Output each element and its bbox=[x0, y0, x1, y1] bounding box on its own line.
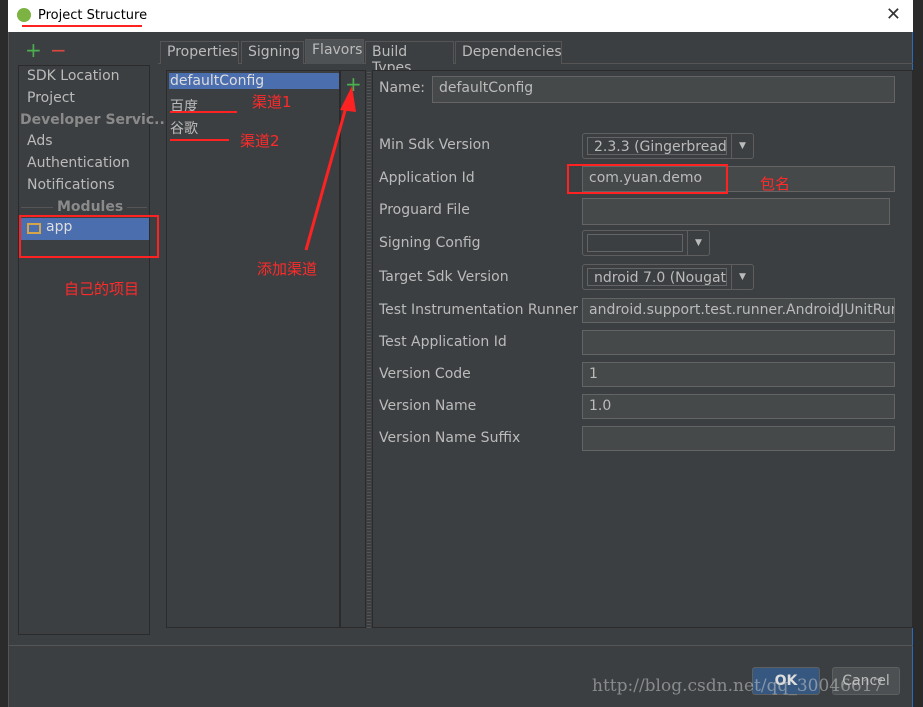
target-sdk-value: ndroid 7.0 (Nougat) bbox=[587, 268, 727, 286]
android-studio-icon bbox=[17, 8, 31, 22]
underline-google bbox=[170, 139, 229, 141]
chevron-down-icon: ▼ bbox=[687, 231, 709, 255]
developer-services-header: Developer Servic... bbox=[20, 112, 171, 128]
add-button[interactable]: + bbox=[25, 38, 42, 62]
version-code-label: Version Code bbox=[379, 366, 471, 382]
sidebar-item-authentication[interactable]: Authentication bbox=[27, 155, 130, 171]
tab-signing[interactable]: Signing bbox=[241, 41, 304, 64]
annotation-channel1: 渠道1 bbox=[252, 93, 292, 111]
title-bar: Project Structure ✕ bbox=[8, 0, 913, 32]
flavor-item-google[interactable]: 谷歌 bbox=[170, 118, 198, 138]
proguard-field[interactable] bbox=[582, 198, 890, 225]
tab-build-types[interactable]: Build Types bbox=[365, 41, 454, 76]
name-label: Name: bbox=[379, 80, 426, 96]
application-id-highlight bbox=[567, 164, 728, 194]
tab-dependencies[interactable]: Dependencies bbox=[455, 41, 562, 64]
proguard-label: Proguard File bbox=[379, 202, 470, 218]
sidebar-item-project[interactable]: Project bbox=[27, 90, 75, 106]
version-name-suffix-field[interactable] bbox=[582, 426, 895, 451]
tab-flavors[interactable]: Flavors bbox=[305, 39, 364, 64]
close-button[interactable]: ✕ bbox=[886, 4, 901, 25]
tab-properties[interactable]: Properties bbox=[160, 41, 239, 64]
remove-button[interactable]: − bbox=[50, 38, 67, 62]
name-field[interactable]: defaultConfig bbox=[432, 76, 895, 103]
annotation-channel2: 渠道2 bbox=[240, 132, 280, 150]
sidebar-item-ads[interactable]: Ads bbox=[27, 133, 53, 149]
signing-config-dropdown[interactable]: ▼ bbox=[582, 230, 710, 256]
arrow-annotation bbox=[304, 86, 356, 251]
version-name-field[interactable]: 1.0 bbox=[582, 394, 895, 419]
flavor-item-baidu[interactable]: 百度 bbox=[170, 96, 198, 116]
window-title: Project Structure bbox=[38, 8, 148, 23]
annotation-package-name: 包名 bbox=[760, 175, 791, 193]
chevron-down-icon: ▼ bbox=[731, 134, 753, 158]
test-app-id-label: Test Application Id bbox=[379, 334, 507, 350]
test-runner-field[interactable]: android.support.test.runner.AndroidJUnit… bbox=[582, 298, 895, 323]
min-sdk-dropdown[interactable]: 2.3.3 (Gingerbread) ▼ bbox=[582, 133, 754, 159]
target-sdk-dropdown[interactable]: ndroid 7.0 (Nougat) ▼ bbox=[582, 264, 754, 290]
chevron-down-icon: ▼ bbox=[731, 265, 753, 289]
annotation-add-channel: 添加渠道 bbox=[257, 260, 318, 278]
sidebar-list: SDK Location Project Developer Servic...… bbox=[18, 65, 170, 635]
annotation-own-project: 自己的项目 bbox=[64, 280, 140, 298]
target-sdk-label: Target Sdk Version bbox=[379, 269, 509, 285]
min-sdk-label: Min Sdk Version bbox=[379, 137, 491, 153]
min-sdk-value: 2.3.3 (Gingerbread) bbox=[587, 137, 727, 155]
watermark: http://blog.csdn.net/qq_30046617 bbox=[592, 676, 884, 696]
sidebar-item-notifications[interactable]: Notifications bbox=[27, 177, 115, 193]
version-name-label: Version Name bbox=[379, 398, 477, 414]
underline-baidu bbox=[170, 111, 237, 113]
app-highlight-box bbox=[19, 215, 159, 258]
version-name-suffix-label: Version Name Suffix bbox=[379, 430, 521, 446]
test-runner-label: Test Instrumentation Runner bbox=[379, 302, 578, 318]
test-app-id-field[interactable] bbox=[582, 330, 895, 355]
version-code-field[interactable]: 1 bbox=[582, 362, 895, 387]
footer-divider bbox=[8, 645, 913, 646]
title-underline bbox=[22, 25, 142, 27]
application-id-label: Application Id bbox=[379, 170, 475, 186]
signing-config-value bbox=[587, 234, 683, 252]
sidebar-item-sdk-location[interactable]: SDK Location bbox=[27, 68, 120, 84]
signing-config-label: Signing Config bbox=[379, 235, 481, 251]
modules-header: Modules bbox=[53, 199, 128, 215]
